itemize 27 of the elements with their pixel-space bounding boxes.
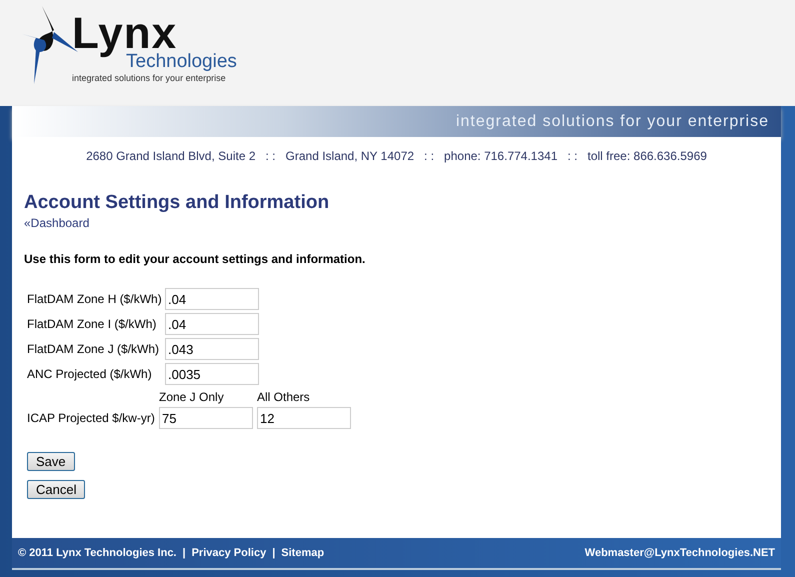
separator: |: [182, 547, 186, 559]
copyright-text: © 2011 Lynx Technologies Inc.: [18, 547, 176, 559]
intro-text: Use this form to edit your account settings and information.: [24, 252, 366, 266]
input-field[interactable]: .0035: [165, 363, 259, 385]
input-field[interactable]: .04: [165, 288, 259, 310]
input-field[interactable]: 12: [257, 407, 351, 429]
contact-info: 2680 Grand Island Blvd, Suite 2 : : Grand Island, NY 14072 : : phone: 716.774.1341 : : toll free: 866.636.5969: [85, 149, 708, 163]
field-label: FlatDAM Zone J ($/kWh): [27, 342, 160, 356]
email-link[interactable]: Webmaster@LynxTechnologies.NET: [584, 547, 775, 559]
input-field[interactable]: .043: [165, 338, 259, 360]
page-title: Account Settings and Information: [24, 192, 330, 214]
field-label: FlatDAM Zone H ($/kWh): [27, 292, 163, 306]
footer-link[interactable]: Sitemap: [281, 547, 324, 559]
input-field[interactable]: 75: [159, 407, 253, 429]
logo-tagline: integrated solutions for your enterprise: [72, 72, 227, 84]
field-label: ANC Projected ($/kWh): [27, 367, 153, 381]
footer-link[interactable]: Privacy Policy: [192, 547, 266, 559]
column-heading: Zone J Only: [159, 390, 225, 404]
banner-slogan: integrated solutions for your enterprise: [456, 112, 769, 130]
field-label: ICAP Projected $/kw-yr): [27, 411, 156, 425]
cancel-button[interactable]: Cancel: [27, 480, 86, 499]
save-button[interactable]: Save: [27, 452, 75, 471]
separator: |: [272, 547, 276, 559]
field-label: FlatDAM Zone I ($/kWh): [27, 317, 158, 331]
column-heading: All Others: [257, 390, 310, 404]
dashboard-link[interactable]: «Dashboard: [24, 216, 90, 230]
input-field[interactable]: .04: [165, 313, 259, 335]
